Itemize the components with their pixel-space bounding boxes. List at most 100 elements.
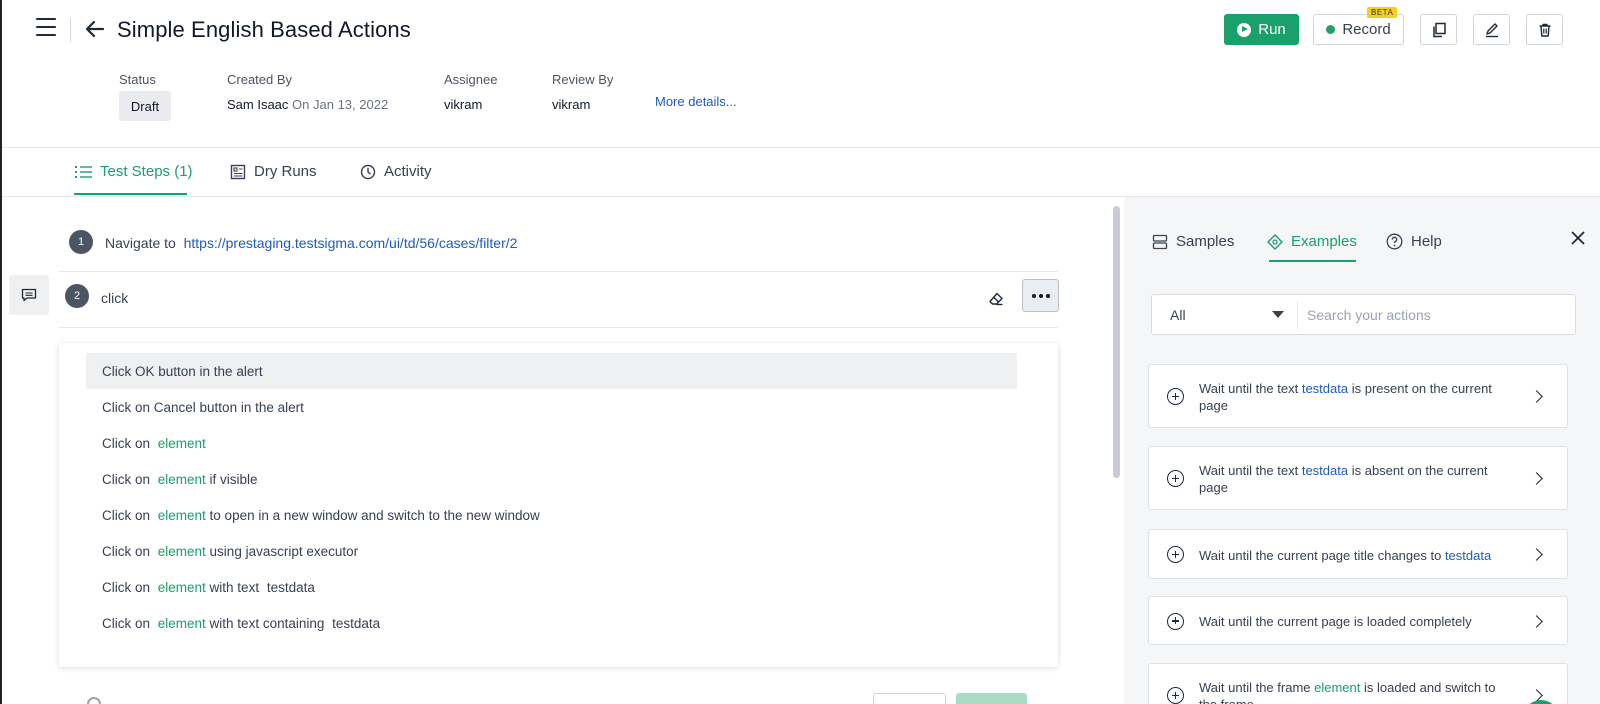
create-button[interactable] — [956, 693, 1027, 704]
suggestion-text: if visible — [205, 471, 258, 487]
example-text: Wait until the frame element is loaded a… — [1199, 679, 1521, 704]
suggestion-item[interactable]: Click on element using javascript execut… — [86, 533, 1017, 569]
tab-activity[interactable]: Activity — [360, 163, 432, 180]
header-divider — [70, 18, 71, 42]
example-card[interactable]: Wait until the text testdata is absent o… — [1148, 446, 1568, 510]
run-button[interactable]: Run — [1224, 14, 1299, 45]
add-circle-icon[interactable] — [1167, 388, 1184, 405]
comment-icon — [21, 288, 37, 302]
suggestion-text: Click OK button in the alert — [102, 363, 263, 379]
example-text: Wait until the text testdata is absent o… — [1199, 462, 1521, 496]
suggestion-text: Click on — [102, 579, 154, 595]
chevron-down-icon[interactable] — [1272, 311, 1284, 318]
add-circle-icon[interactable] — [1167, 546, 1184, 563]
examples-icon — [1267, 233, 1283, 250]
example-card[interactable]: Wait until the frame element is loaded a… — [1148, 663, 1568, 704]
chevron-right-icon[interactable] — [1530, 614, 1543, 628]
scrollbar[interactable] — [1113, 206, 1120, 478]
step-input[interactable]: click — [101, 290, 128, 306]
chevron-right-icon[interactable] — [1530, 548, 1543, 561]
element-keyword: element — [157, 615, 206, 631]
suggestion-text: with text containing — [205, 615, 329, 631]
status-badge: Draft — [119, 91, 171, 121]
divider — [2, 147, 1600, 148]
suggestion-text: Click on — [102, 615, 154, 631]
suggestion-item[interactable]: Click on element with text containing te… — [86, 605, 1017, 641]
example-text-part: is present on the current — [1348, 381, 1492, 396]
more-options-button[interactable] — [1022, 279, 1059, 312]
tab-label: Test Steps (1) — [100, 163, 193, 180]
suggestion-item[interactable]: Click on element with text testdata — [86, 569, 1017, 605]
record-button[interactable]: Record — [1313, 14, 1404, 45]
tab-label: Samples — [1176, 233, 1235, 250]
suggestion-text: Click on — [102, 543, 154, 559]
chevron-right-icon[interactable] — [1530, 390, 1543, 403]
comment-button[interactable] — [9, 275, 49, 315]
chevron-right-icon[interactable] — [1530, 472, 1543, 485]
suggestion-item[interactable]: Click on Cancel button in the alert — [86, 389, 1017, 425]
copy-button[interactable] — [1420, 14, 1457, 45]
pencil-icon — [1485, 22, 1498, 37]
element-keyword: element — [157, 435, 206, 451]
beta-badge: BETA — [1367, 7, 1398, 18]
app-frame: Simple English Based Actions Run Record … — [0, 0, 1600, 704]
more-details-link[interactable]: More details... — [655, 94, 737, 109]
suggestion-item[interactable]: Click on element if visible — [86, 461, 1017, 497]
search-input[interactable] — [1307, 303, 1562, 327]
example-text: Wait until the text testdata is present … — [1199, 380, 1521, 414]
category-select[interactable]: All — [1170, 307, 1186, 323]
tab-dry-runs[interactable]: Dry Runs — [230, 163, 317, 180]
edit-button[interactable] — [1473, 14, 1510, 45]
active-tab-indicator — [1269, 260, 1356, 262]
step-1-text[interactable]: Navigate to https://prestaging.testsigma… — [105, 235, 517, 251]
example-text-part: the frame — [1199, 697, 1254, 704]
add-circle-icon[interactable] — [1167, 612, 1184, 630]
eraser-icon[interactable] — [988, 292, 1004, 311]
example-card[interactable]: Wait until the current page title change… — [1148, 529, 1568, 579]
delete-button[interactable] — [1526, 14, 1563, 45]
example-card[interactable]: Wait until the text testdata is present … — [1148, 364, 1568, 428]
list-icon — [75, 165, 92, 178]
testdata-keyword: testdata — [266, 579, 315, 595]
play-icon — [1237, 22, 1252, 37]
cancel-button[interactable] — [873, 693, 946, 704]
example-text-part: Wait until the text — [1199, 381, 1302, 396]
tab-help[interactable]: Help — [1386, 233, 1442, 250]
add-circle-icon[interactable] — [1167, 470, 1184, 487]
tab-examples[interactable]: Examples — [1267, 233, 1357, 250]
active-tab-indicator — [74, 193, 187, 195]
suggestion-item[interactable]: Click on element to open in a new window… — [86, 497, 1017, 533]
report-icon — [230, 164, 246, 179]
review-by-value: vikram — [552, 97, 591, 112]
back-arrow-icon[interactable] — [82, 16, 108, 42]
add-circle-icon[interactable] — [1167, 687, 1184, 704]
row-divider — [59, 327, 1058, 328]
tab-label: Help — [1411, 233, 1442, 250]
record-dot-icon — [1326, 25, 1336, 34]
record-label: Record — [1342, 21, 1391, 38]
trash-icon — [1539, 23, 1550, 37]
example-text-part: page — [1199, 398, 1228, 413]
menu-icon[interactable] — [36, 18, 56, 36]
created-by-label: Created By — [227, 72, 293, 87]
clock-icon — [360, 164, 376, 179]
suggestion-dropdown: Click OK button in the alert Click on Can… — [59, 343, 1058, 667]
suggestion-item[interactable]: Click on element — [86, 425, 1017, 461]
tab-test-steps[interactable]: Test Steps (1) — [75, 163, 193, 180]
created-on: On Jan 13, 2022 — [292, 97, 389, 112]
testdata-keyword: testdata — [332, 615, 381, 631]
example-text-part: Wait until the frame — [1199, 680, 1315, 695]
example-card[interactable]: Wait until the current page is loaded co… — [1148, 596, 1568, 645]
suggestion-item[interactable]: Click OK button in the alert — [86, 353, 1017, 389]
step-url[interactable]: https://prestaging.testsigma.com/ui/td/5… — [184, 235, 518, 251]
help-icon — [1386, 233, 1403, 250]
example-text: Wait until the current page is loaded co… — [1199, 613, 1521, 630]
close-icon[interactable] — [1570, 230, 1586, 251]
row-divider — [59, 271, 1058, 272]
testdata-keyword: testdata — [1301, 463, 1349, 478]
step-number: 2 — [65, 284, 89, 308]
tab-samples[interactable]: Samples — [1152, 233, 1234, 250]
suggestion-text: using javascript executor — [205, 543, 359, 559]
step-add-icon[interactable] — [87, 697, 101, 704]
samples-icon — [1152, 234, 1168, 249]
